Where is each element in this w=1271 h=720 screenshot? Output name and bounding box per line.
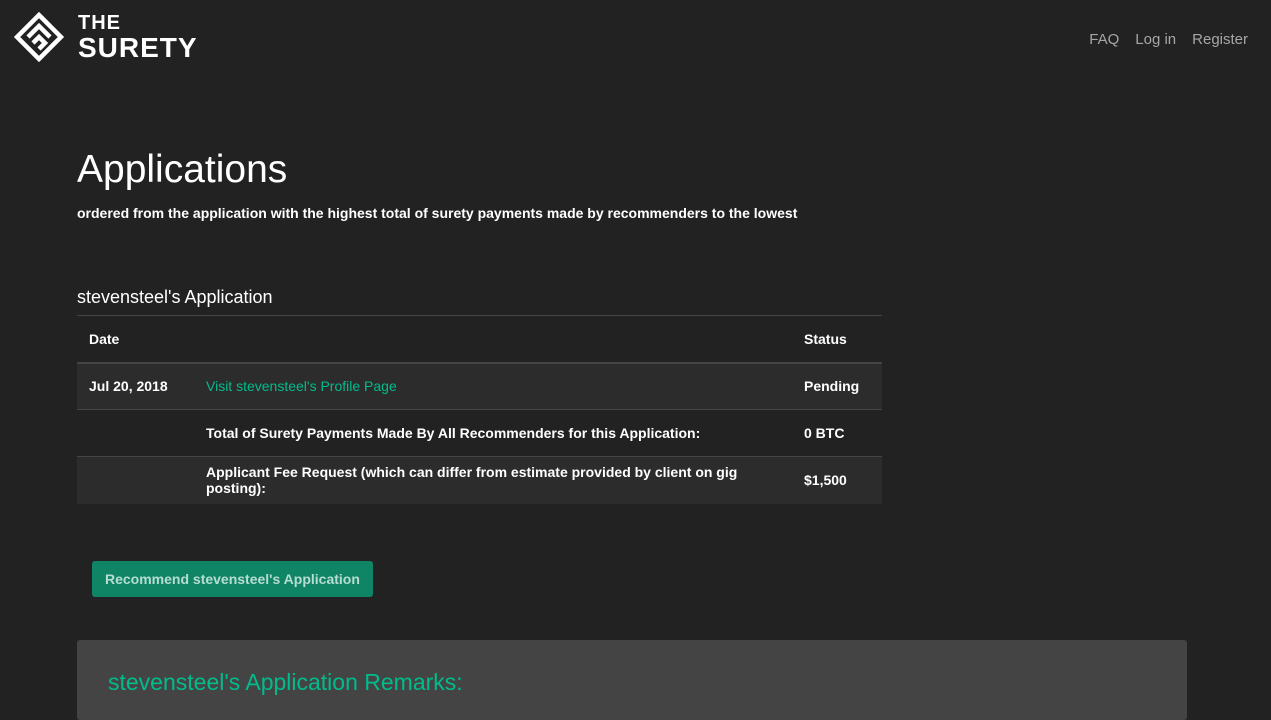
table-row: Applicant Fee Request (which can differ …: [77, 456, 882, 504]
navbar: THE SURETY FAQ Log in Register: [0, 0, 1271, 80]
table-header-row: Date Status: [77, 315, 882, 363]
fee-request-value: $1,500: [804, 472, 847, 489]
main-content: Applications ordered from the applicatio…: [77, 148, 1187, 720]
nav-login-link[interactable]: Log in: [1135, 31, 1176, 48]
total-payments-value: 0 BTC: [804, 425, 845, 441]
header-empty: [194, 316, 792, 363]
total-payments-label: Total of Surety Payments Made By All Rec…: [206, 425, 701, 441]
page-title: Applications: [77, 148, 288, 191]
table-row: Jul 20, 2018 Visit stevensteel's Profile…: [77, 362, 882, 410]
fee-request-label: Applicant Fee Request (which can differ …: [206, 464, 738, 497]
header-status: Status: [804, 330, 847, 347]
brand-logo-link[interactable]: THE SURETY: [14, 12, 198, 62]
surety-logo-icon: [14, 12, 64, 62]
header-date: Date: [89, 330, 120, 347]
cell-empty: [77, 410, 194, 457]
nav-faq-link[interactable]: FAQ: [1089, 31, 1119, 48]
application-title: stevensteel's Application: [77, 287, 273, 307]
cell-empty: [77, 457, 194, 504]
cell-status: Pending: [804, 378, 860, 395]
nav-register-link[interactable]: Register: [1192, 31, 1248, 48]
brand-line-1: THE: [78, 11, 121, 34]
remarks-panel: stevensteel's Application Remarks:: [77, 640, 1187, 720]
table-row: Total of Surety Payments Made By All Rec…: [77, 409, 882, 457]
nav-links: FAQ Log in Register: [1073, 31, 1248, 48]
recommend-application-button[interactable]: Recommend stevensteel's Application: [92, 561, 373, 597]
page-subtitle: ordered from the application with the hi…: [77, 205, 798, 221]
cell-profile: Visit stevensteel's Profile Page: [194, 363, 792, 410]
brand-line-2: SURETY: [78, 31, 198, 63]
cell-date: Jul 20, 2018: [89, 378, 168, 395]
application-table: Date Status Jul 20, 2018 Visit stevenste…: [77, 315, 882, 504]
remarks-title: stevensteel's Application Remarks:: [108, 669, 463, 695]
profile-page-link[interactable]: Visit stevensteel's Profile Page: [206, 378, 397, 394]
